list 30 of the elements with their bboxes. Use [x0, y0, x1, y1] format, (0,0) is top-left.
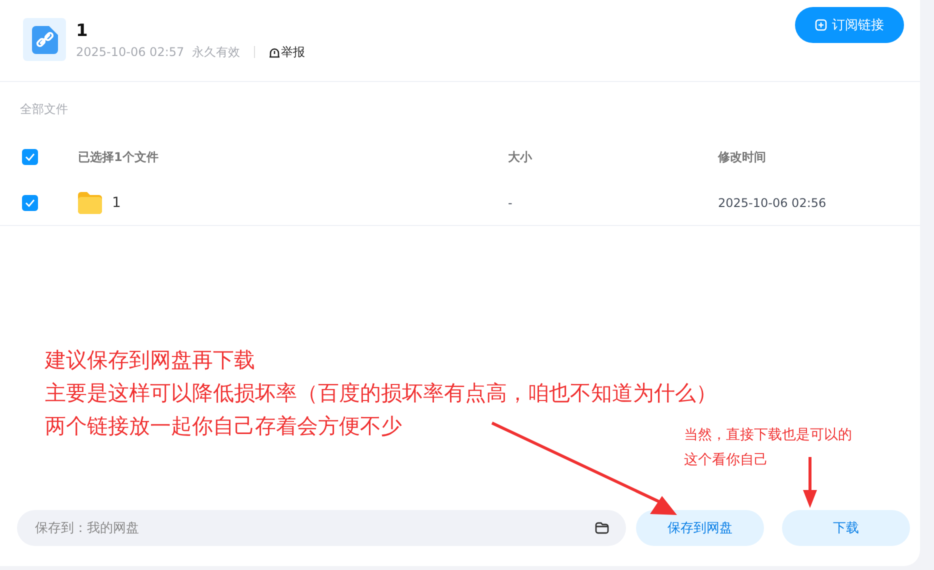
selection-count: 已选择1个文件: [78, 148, 160, 166]
annotation-text: 建议保存到网盘再下载: [45, 347, 255, 374]
breadcrumb[interactable]: 全部文件: [0, 82, 88, 129]
select-all-checkbox[interactable]: [22, 149, 38, 165]
report-link[interactable]: 举报: [269, 44, 306, 60]
row-checkbox[interactable]: [22, 195, 38, 211]
annotation-text: 两个链接放一起你自己存着会方便不少: [45, 413, 402, 440]
alarm-icon: [269, 46, 280, 58]
subscribe-button[interactable]: 订阅链接: [795, 7, 904, 43]
column-header: 大小: [508, 148, 534, 166]
share-title: 1: [76, 20, 89, 40]
share-time: 2025-10-06 02:57: [76, 45, 184, 59]
table-cell: 2025-10-06 02:56: [718, 196, 826, 210]
save-button[interactable]: 保存到网盘: [636, 510, 764, 546]
file-name[interactable]: 1: [112, 195, 121, 211]
download-button[interactable]: 下载: [782, 510, 910, 546]
column-header: 修改时间: [718, 148, 766, 166]
validity-text: 永久有效: [192, 44, 240, 60]
annotation-text: 这个看你自己: [684, 451, 768, 470]
annotation-arrow: [803, 457, 817, 508]
link-icon: [23, 18, 66, 61]
annotation-text: 当然，直接下载也是可以的: [684, 426, 852, 445]
annotation-text: 主要是这样可以降低损坏率（百度的损坏率有点高，咱也不知道为什么）: [45, 380, 717, 407]
save-path-field[interactable]: 保存到：我的网盘: [17, 510, 626, 546]
check-icon: [25, 199, 35, 207]
table-cell-text: -: [508, 196, 514, 210]
folder-icon: [595, 522, 609, 534]
check-icon: [25, 153, 35, 161]
folder-icon: [78, 192, 102, 214]
plus-icon: [815, 19, 827, 31]
